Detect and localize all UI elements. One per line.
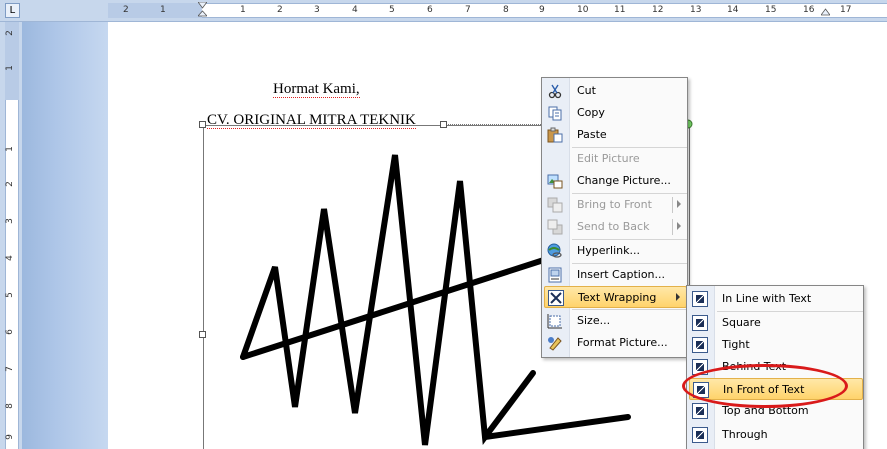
- ruler-label: 4: [352, 5, 358, 15]
- vruler-label: 7: [4, 366, 15, 372]
- paste-icon: [547, 127, 563, 143]
- ruler-label: 1: [240, 5, 246, 15]
- vruler-label: 2: [4, 181, 15, 187]
- format-picture-icon: [548, 337, 562, 351]
- wrap-in-line-with-text[interactable]: In Line with Text: [689, 288, 863, 310]
- document-background: [22, 22, 108, 449]
- closing-text-line: Hormat Kami,: [273, 81, 360, 98]
- ruler-label: 17: [840, 5, 852, 15]
- submenu-arrow-icon: [677, 200, 681, 208]
- menu-item-format-picture[interactable]: Format Picture...: [544, 332, 687, 354]
- ruler-label: 5: [389, 5, 395, 15]
- text-wrapping-icon: [548, 290, 564, 306]
- ruler-label: 9: [539, 5, 545, 15]
- ruler-label: 3: [314, 5, 320, 15]
- menu-label: Send to Back: [577, 220, 650, 233]
- caption-icon: [548, 267, 562, 283]
- closing-text[interactable]: Hormat Kami,: [273, 81, 360, 98]
- ruler-label: 13: [690, 5, 702, 15]
- ruler-label: 10: [577, 5, 589, 15]
- submenu-divider: [672, 197, 673, 213]
- resize-handle-left[interactable]: [199, 331, 206, 338]
- ruler-label: 1: [160, 5, 166, 15]
- right-indent-marker[interactable]: [821, 2, 830, 18]
- wrap-top-bottom-icon: [692, 403, 708, 419]
- ruler-label: 16: [803, 5, 815, 15]
- ruler-label: 15: [765, 5, 777, 15]
- ruler-label: 6: [427, 5, 433, 15]
- wrap-square[interactable]: Square: [689, 312, 863, 334]
- menu-label: Cut: [577, 84, 596, 97]
- wrap-square-icon: [692, 315, 708, 331]
- scissors-icon: [548, 84, 562, 99]
- submenu-arrow-icon: [676, 293, 680, 301]
- resize-handle-top-left[interactable]: [199, 121, 206, 128]
- menu-item-paste[interactable]: Paste: [544, 124, 687, 146]
- menu-label: Hyperlink...: [577, 244, 640, 257]
- annotation-red-circle: [682, 364, 848, 408]
- vruler-label: 1: [4, 146, 15, 152]
- vruler-label: 1: [4, 65, 15, 71]
- vruler-label: 4: [4, 255, 15, 261]
- ruler-label: 2: [123, 5, 129, 15]
- horizontal-ruler[interactable]: L 2 1 1 2 3 4 5 6 7 8 9 10 11 12 13 14 1…: [0, 0, 887, 22]
- menu-label: Edit Picture: [577, 152, 640, 165]
- vruler-label: 3: [4, 218, 15, 224]
- menu-item-cut[interactable]: Cut: [544, 80, 687, 102]
- vruler-label: 9: [4, 434, 15, 440]
- context-menu: Cut Copy Paste Edit Picture Change Pictu…: [541, 77, 688, 358]
- submenu-label: Through: [722, 428, 768, 441]
- menu-item-change-picture[interactable]: Change Picture...: [544, 170, 687, 192]
- wrap-inline-icon: [692, 291, 708, 307]
- menu-label: Paste: [577, 128, 607, 141]
- menu-label: Size...: [577, 314, 611, 327]
- vruler-label: 6: [4, 329, 15, 335]
- tab-selector-button[interactable]: L: [5, 3, 20, 18]
- menu-label: Bring to Front: [577, 198, 652, 211]
- menu-item-copy[interactable]: Copy: [544, 102, 687, 124]
- vertical-ruler[interactable]: 2 1 1 2 3 4 5 6 7 8 9: [0, 22, 22, 449]
- wrap-tight[interactable]: Tight: [689, 334, 863, 356]
- menu-item-edit-picture: Edit Picture: [544, 148, 687, 170]
- change-picture-icon: [547, 174, 563, 189]
- menu-label: Format Picture...: [577, 336, 668, 349]
- vruler-label: 5: [4, 292, 15, 298]
- vruler-label: 8: [4, 403, 15, 409]
- hyperlink-icon: [547, 243, 562, 258]
- menu-item-send-to-back: Send to Back: [544, 216, 687, 238]
- vruler-label: 2: [4, 30, 15, 36]
- size-icon: [547, 314, 562, 329]
- submenu-arrow-icon: [677, 222, 681, 230]
- ruler-label: 12: [652, 5, 664, 15]
- bring-front-icon: [547, 197, 563, 213]
- submenu-label: Tight: [722, 338, 750, 351]
- menu-label: Insert Caption...: [577, 268, 666, 281]
- ruler-label: 7: [465, 5, 471, 15]
- first-line-indent-marker[interactable]: [198, 2, 207, 18]
- resize-handle-top[interactable]: [440, 121, 447, 128]
- copy-icon: [548, 106, 562, 121]
- menu-label: Copy: [577, 106, 605, 119]
- submenu-label: Square: [722, 316, 761, 329]
- ruler-label: 11: [614, 5, 626, 15]
- ruler-label: 14: [727, 5, 739, 15]
- menu-label: Change Picture...: [577, 174, 671, 187]
- send-back-icon: [547, 219, 563, 235]
- wrap-through[interactable]: Through: [689, 424, 863, 446]
- submenu-divider: [672, 219, 673, 235]
- submenu-label: In Line with Text: [722, 292, 812, 305]
- menu-item-bring-to-front: Bring to Front: [544, 194, 687, 216]
- menu-item-hyperlink[interactable]: Hyperlink...: [544, 240, 687, 262]
- menu-item-text-wrapping[interactable]: Text Wrapping: [544, 286, 687, 308]
- ruler-label: 8: [503, 5, 509, 15]
- menu-item-size[interactable]: Size...: [544, 310, 687, 332]
- wrap-tight-icon: [692, 337, 708, 353]
- menu-label: Text Wrapping: [578, 291, 657, 304]
- menu-item-insert-caption[interactable]: Insert Caption...: [544, 264, 687, 286]
- wrap-through-icon: [692, 427, 708, 443]
- ruler-label: 2: [277, 5, 283, 15]
